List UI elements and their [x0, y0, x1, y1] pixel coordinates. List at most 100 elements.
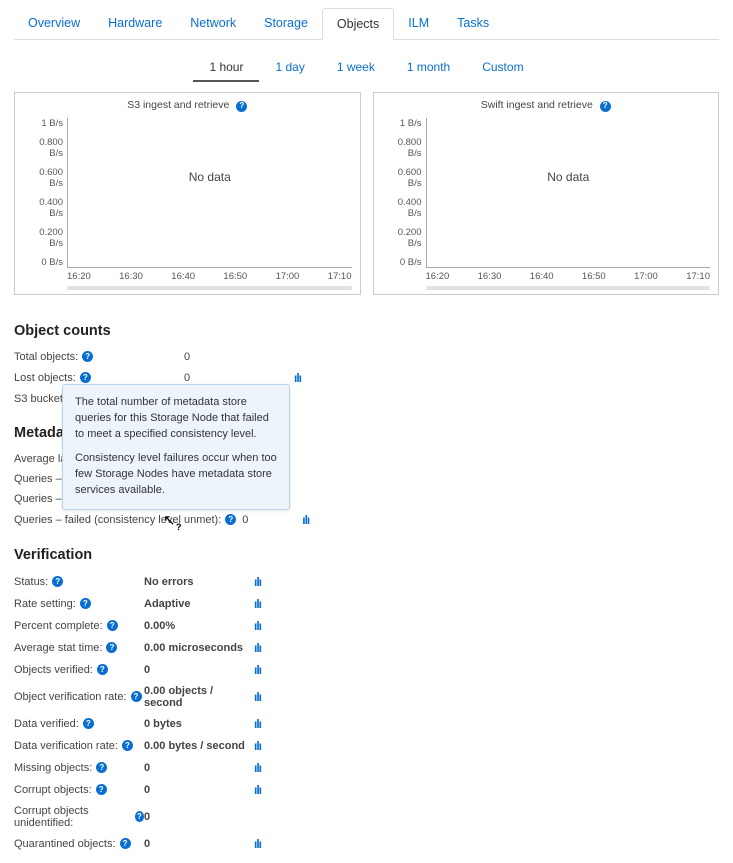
- chart-swift: Swift ingest and retrieve ? 1 B/s 0.800 …: [373, 92, 720, 295]
- help-icon[interactable]: ?: [82, 351, 93, 362]
- chart-swift-scrollbar[interactable]: [426, 286, 711, 290]
- chart-swift-nodata: No data: [547, 170, 589, 184]
- label-status: Status:: [14, 576, 48, 588]
- timerange-1month[interactable]: 1 month: [391, 54, 466, 82]
- value-queries-consistency: 0: [242, 514, 302, 526]
- tab-storage[interactable]: Storage: [250, 8, 322, 39]
- help-icon[interactable]: ?: [96, 762, 107, 773]
- value-missing-objects: 0: [144, 762, 254, 774]
- cursor-icon: ↖: [163, 511, 176, 529]
- chart-swift-title: Swift ingest and retrieve: [481, 99, 593, 111]
- label-total-objects: Total objects:: [14, 351, 78, 363]
- help-icon[interactable]: ?: [106, 642, 117, 653]
- chart-swift-plot: No data: [426, 118, 711, 268]
- help-icon[interactable]: ?: [122, 740, 133, 751]
- row-status: Status:? No errors ılı: [14, 571, 719, 593]
- row-corrupt-objects: Corrupt objects:? 0 ılı: [14, 779, 719, 801]
- help-icon[interactable]: ?: [97, 664, 108, 675]
- value-objects-verified: 0: [144, 664, 254, 676]
- chart-icon[interactable]: ılı: [294, 371, 301, 385]
- help-icon[interactable]: ?: [107, 620, 118, 631]
- label-lost-objects: Lost objects:: [14, 372, 76, 384]
- row-rate-setting: Rate setting:? Adaptive ılı: [14, 593, 719, 615]
- label-percent-complete: Percent complete:: [14, 620, 103, 632]
- timerange-custom[interactable]: Custom: [466, 54, 539, 82]
- tooltip-text-1: The total number of metadata store queri…: [75, 395, 277, 443]
- chart-swift-xaxis: 16:20 16:30 16:40 16:50 17:00 17:10: [382, 271, 711, 282]
- row-avg-stat-time: Average stat time:? 0.00 microseconds ıl…: [14, 637, 719, 659]
- charts-row: S3 ingest and retrieve ? 1 B/s 0.800 B/s…: [14, 92, 719, 295]
- value-avg-stat-time: 0.00 microseconds: [144, 642, 254, 654]
- label-rate-setting: Rate setting:: [14, 598, 76, 610]
- chart-s3-title: S3 ingest and retrieve: [127, 99, 229, 111]
- help-icon[interactable]: ?: [236, 101, 247, 112]
- help-icon[interactable]: ?: [80, 372, 91, 383]
- row-objects-verified: Objects verified:? 0 ılı: [14, 659, 719, 681]
- tab-objects[interactable]: Objects: [322, 8, 394, 40]
- tab-tasks[interactable]: Tasks: [443, 8, 503, 39]
- section-verification-title: Verification: [14, 547, 719, 563]
- chart-s3-plot: No data: [67, 118, 352, 268]
- tab-hardware[interactable]: Hardware: [94, 8, 176, 39]
- value-rate-setting: Adaptive: [144, 598, 254, 610]
- help-icon[interactable]: ?: [120, 838, 131, 849]
- help-icon[interactable]: ?: [83, 718, 94, 729]
- chart-icon[interactable]: ılı: [254, 837, 261, 851]
- value-quarantined-objects: 0: [144, 838, 254, 850]
- chart-icon[interactable]: ılı: [254, 783, 261, 797]
- timerange-1day[interactable]: 1 day: [259, 54, 320, 82]
- main-tabs: Overview Hardware Network Storage Object…: [14, 8, 719, 40]
- label-queries-consistency: Queries – failed (consistency level unme…: [14, 514, 221, 526]
- chart-icon[interactable]: ılı: [254, 575, 261, 589]
- value-data-verified: 0 bytes: [144, 718, 254, 730]
- value-obj-verify-rate: 0.00 objects / second: [144, 685, 254, 709]
- help-icon[interactable]: ?: [225, 514, 236, 525]
- value-total-objects: 0: [184, 351, 294, 363]
- chart-icon[interactable]: ılı: [254, 717, 261, 731]
- timerange-1hour[interactable]: 1 hour: [193, 54, 259, 82]
- tab-overview[interactable]: Overview: [14, 8, 94, 39]
- chart-swift-yaxis: 1 B/s 0.800 B/s 0.600 B/s 0.400 B/s 0.20…: [382, 118, 426, 268]
- chart-s3: S3 ingest and retrieve ? 1 B/s 0.800 B/s…: [14, 92, 361, 295]
- value-percent-complete: 0.00%: [144, 620, 254, 632]
- help-icon[interactable]: ?: [96, 784, 107, 795]
- row-obj-verify-rate: Object verification rate:? 0.00 objects …: [14, 681, 719, 713]
- help-icon[interactable]: ?: [135, 811, 144, 822]
- row-quarantined-objects: Quarantined objects:? 0 ılı: [14, 833, 719, 855]
- chart-s3-xaxis: 16:20 16:30 16:40 16:50 17:00 17:10: [23, 271, 352, 282]
- help-icon[interactable]: ?: [80, 598, 91, 609]
- cursor-help-icon: ?: [176, 522, 182, 532]
- tooltip-text-2: Consistency level failures occur when to…: [75, 451, 277, 499]
- chart-s3-yaxis: 1 B/s 0.800 B/s 0.600 B/s 0.400 B/s 0.20…: [23, 118, 67, 268]
- row-total-objects: Total objects:? 0: [14, 347, 719, 367]
- value-data-verify-rate: 0.00 bytes / second: [144, 740, 254, 752]
- section-object-counts-title: Object counts: [14, 323, 719, 339]
- label-corrupt-objects: Corrupt objects:: [14, 784, 92, 796]
- chart-icon[interactable]: ılı: [254, 663, 261, 677]
- chart-icon[interactable]: ılı: [254, 619, 261, 633]
- value-corrupt-objects: 0: [144, 784, 254, 796]
- value-corrupt-unidentified: 0: [144, 811, 254, 823]
- chart-icon[interactable]: ılı: [254, 690, 261, 704]
- row-data-verified: Data verified:? 0 bytes ılı: [14, 713, 719, 735]
- chart-icon[interactable]: ılı: [254, 739, 261, 753]
- tab-network[interactable]: Network: [176, 8, 250, 39]
- chart-icon[interactable]: ılı: [254, 761, 261, 775]
- label-quarantined-objects: Quarantined objects:: [14, 838, 116, 850]
- chart-icon[interactable]: ılı: [254, 597, 261, 611]
- row-queries-consistency: Queries – failed (consistency level unme…: [14, 509, 719, 531]
- chart-icon[interactable]: ılı: [302, 513, 309, 527]
- label-missing-objects: Missing objects:: [14, 762, 92, 774]
- help-icon[interactable]: ?: [600, 101, 611, 112]
- label-obj-verify-rate: Object verification rate:: [14, 691, 127, 703]
- help-icon[interactable]: ?: [52, 576, 63, 587]
- label-data-verified: Data verified:: [14, 718, 79, 730]
- value-lost-objects: 0: [184, 372, 294, 384]
- row-missing-objects: Missing objects:? 0 ılı: [14, 757, 719, 779]
- chart-icon[interactable]: ılı: [254, 641, 261, 655]
- timerange-1week[interactable]: 1 week: [321, 54, 391, 82]
- tab-ilm[interactable]: ILM: [394, 8, 443, 39]
- help-icon[interactable]: ?: [131, 691, 142, 702]
- row-data-verify-rate: Data verification rate:? 0.00 bytes / se…: [14, 735, 719, 757]
- chart-s3-scrollbar[interactable]: [67, 286, 352, 290]
